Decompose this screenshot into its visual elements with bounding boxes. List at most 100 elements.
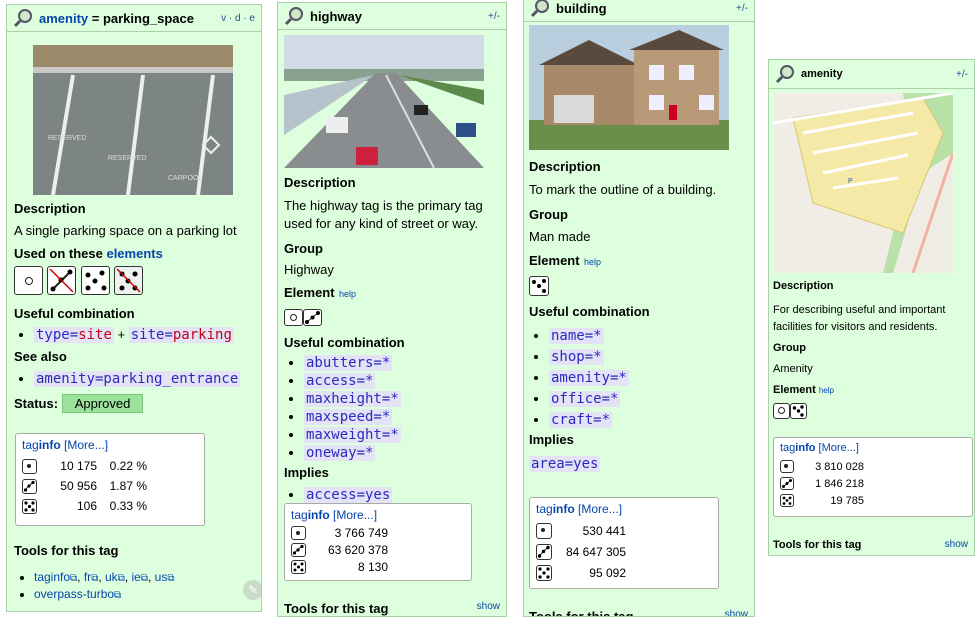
element-heading: Element xyxy=(773,384,816,396)
combo-item: type=site + site=parking xyxy=(34,327,258,343)
stat-count: 63 620 378 xyxy=(327,542,388,557)
taginfo-more-link[interactable]: [More...] xyxy=(64,438,108,452)
parking-photo: RESERVED RESERVED CARPOOL xyxy=(33,45,233,196)
stat-row-ways: 63 620 378 xyxy=(291,541,465,558)
stat-count: 95 092 xyxy=(589,565,626,580)
combo-amenity[interactable]: amenity=* xyxy=(549,370,629,386)
useful-combination-heading: Useful combination xyxy=(14,306,135,321)
combo-access[interactable]: access=* xyxy=(304,373,376,389)
show-link[interactable]: show xyxy=(725,609,748,616)
element-icons xyxy=(284,309,500,327)
description-heading: Description xyxy=(773,280,834,292)
taginfo-link[interactable]: taginfo xyxy=(780,442,815,454)
taginfo-link[interactable]: taginfo xyxy=(22,438,61,452)
taginfo-more-link[interactable]: [More...] xyxy=(578,502,622,516)
tool-link-taginfo[interactable]: taginfo xyxy=(34,570,70,584)
implies-tag[interactable]: access=yes xyxy=(304,487,393,503)
taginfo-header: taginfo [More...] xyxy=(780,442,966,454)
combo-office[interactable]: office=* xyxy=(549,391,621,407)
node-icon xyxy=(773,403,790,419)
tools-heading: Tools for this tag xyxy=(14,543,119,558)
combo-shop[interactable]: shop=* xyxy=(549,349,604,365)
group-heading: Group xyxy=(773,342,806,354)
tools-heading: Tools for this tag xyxy=(284,601,389,616)
tools-heading: Tools for this tag xyxy=(529,609,634,617)
infobox-header: highway +/- xyxy=(278,3,506,30)
elements-link[interactable]: elements xyxy=(106,246,162,261)
implies-heading: Implies xyxy=(284,465,329,480)
stat-row-nodes: 3 810 028 xyxy=(780,458,966,475)
external-link-icon: ⧉ xyxy=(70,573,78,584)
magnifier-icon xyxy=(775,64,795,84)
taginfo-header: taginfo [More...] xyxy=(291,508,465,522)
help-link[interactable]: help xyxy=(339,289,356,299)
infobox-title: building xyxy=(556,0,607,16)
tool-link-overpass[interactable]: overpass-turbo xyxy=(34,587,114,601)
group-heading: Group xyxy=(284,241,323,256)
taginfo-link[interactable]: taginfo xyxy=(536,502,575,516)
taginfo-link[interactable]: taginfo xyxy=(291,508,330,522)
combo-name[interactable]: name=* xyxy=(549,328,604,344)
status-row: Status: Approved xyxy=(14,394,258,413)
stat-count: 50 956 xyxy=(60,479,97,493)
help-link[interactable]: help xyxy=(819,386,834,395)
node-icon xyxy=(780,460,794,473)
relation-icon xyxy=(22,498,37,514)
description-text: A single parking space on a parking lot xyxy=(14,223,237,238)
node-icon xyxy=(22,458,37,474)
area-icon xyxy=(790,403,807,419)
infobox-amenity-parking-space: amenity = parking_space v · d · e RESERV… xyxy=(6,4,262,612)
stat-count: 10 175 xyxy=(60,459,97,473)
tools-heading: Tools for this tag xyxy=(773,539,862,551)
show-link[interactable]: show xyxy=(945,539,968,550)
edit-pencil-icon[interactable]: ✎ xyxy=(243,580,261,600)
way-icon xyxy=(291,542,306,557)
taginfo-more-link[interactable]: [More...] xyxy=(819,442,859,454)
area-icon xyxy=(529,276,549,296)
taginfo-box: taginfo [More...] 3 766 749 63 620 378 8… xyxy=(284,503,472,581)
show-link[interactable]: show xyxy=(477,601,500,612)
external-link-icon: ⧉ xyxy=(91,573,99,584)
combo-maxweight[interactable]: maxweight=* xyxy=(304,427,401,443)
combo-abutters[interactable]: abutters=* xyxy=(304,355,393,371)
way-icon xyxy=(303,309,322,327)
implies-tag[interactable]: area=yes xyxy=(529,456,601,472)
building-photo xyxy=(529,25,729,150)
photo-label-2: RESERVED xyxy=(108,155,146,162)
toggle-link[interactable]: +/- xyxy=(488,11,500,22)
taginfo-box: taginfo [More...] 3 810 028 1 846 218 19… xyxy=(773,437,973,517)
element-heading-row: Element help xyxy=(529,252,747,270)
combo-craft[interactable]: craft=* xyxy=(549,412,613,428)
element-heading: Element xyxy=(529,253,580,268)
help-link[interactable]: help xyxy=(584,257,601,267)
title-key-link[interactable]: amenity xyxy=(39,11,88,26)
see-also-link[interactable]: amenity=parking_entrance xyxy=(34,371,241,387)
external-link-icon: ⧉ xyxy=(117,573,125,584)
infobox-header: amenity +/- xyxy=(769,60,974,89)
tool-link-uk[interactable]: uk xyxy=(105,570,118,584)
stat-pct: 0.22 % xyxy=(109,459,147,473)
stat-count: 8 130 xyxy=(357,559,388,574)
combo-type-tag[interactable]: type=site xyxy=(34,327,114,343)
tool-link-ie[interactable]: ie xyxy=(132,570,141,584)
combo-oneway[interactable]: oneway=* xyxy=(304,445,376,461)
combo-maxheight[interactable]: maxheight=* xyxy=(304,391,401,407)
toggle-link[interactable]: +/- xyxy=(736,3,748,14)
stat-row-ways: 1 846 218 xyxy=(780,475,966,492)
combo-maxspeed[interactable]: maxspeed=* xyxy=(304,409,393,425)
combo-site-tag[interactable]: site=parking xyxy=(128,327,234,343)
infobox-amenity: amenity +/- P Description For describing… xyxy=(768,59,975,556)
tool-link-us[interactable]: us xyxy=(155,570,168,584)
external-link-icon: ⧉ xyxy=(140,573,148,584)
taginfo-more-link[interactable]: [More...] xyxy=(333,508,377,522)
vde-links[interactable]: v · d · e xyxy=(221,13,255,24)
parking-map-label: P xyxy=(848,178,853,185)
stat-count: 3 810 028 xyxy=(815,460,864,473)
relation-icon-crossed xyxy=(114,266,144,295)
see-also-heading: See also xyxy=(14,349,67,364)
useful-combination-heading: Useful combination xyxy=(284,335,405,350)
photo-label-1: RESERVED xyxy=(48,135,86,142)
stat-count: 3 766 749 xyxy=(334,525,388,540)
stat-row-ways: 50 956 1.87 % xyxy=(22,476,198,496)
toggle-link[interactable]: +/- xyxy=(956,69,968,80)
